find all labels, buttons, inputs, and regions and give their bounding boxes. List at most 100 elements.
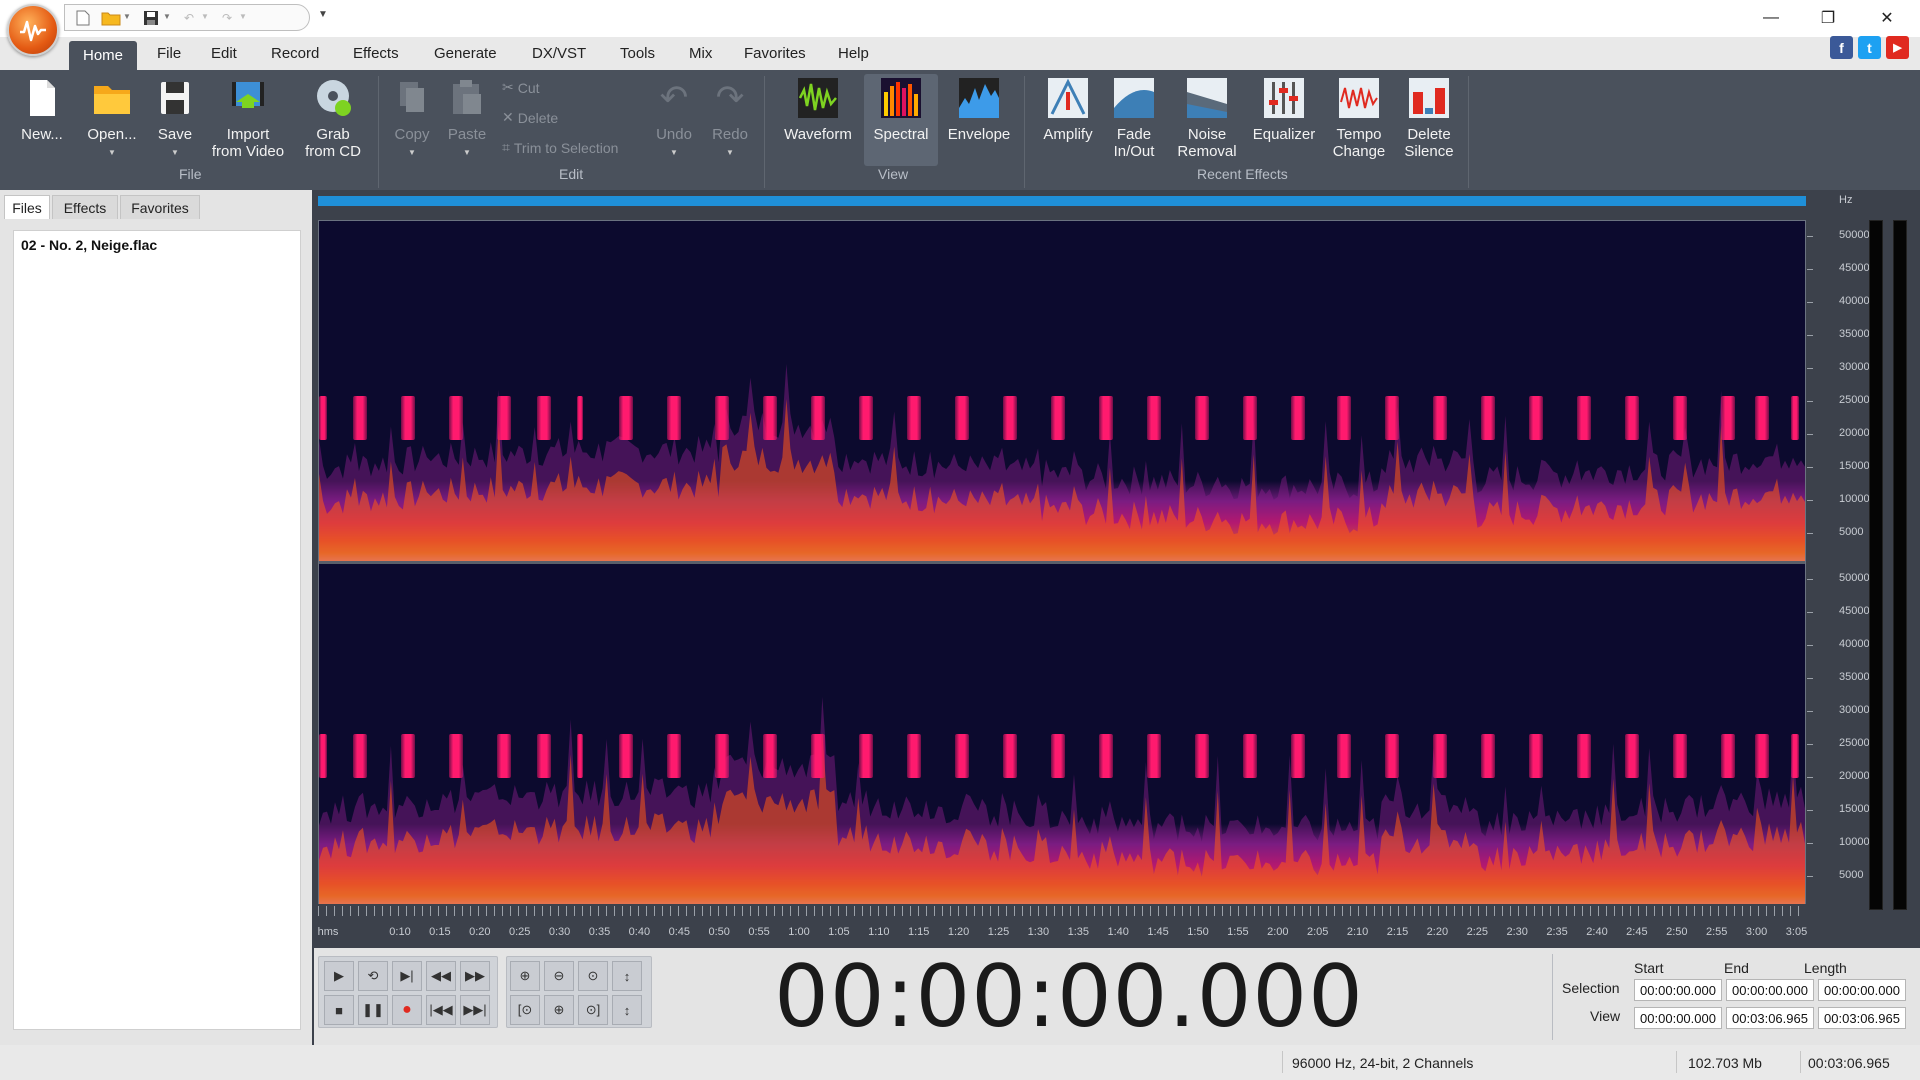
zoom-full-button[interactable]: ⊙ (578, 961, 608, 991)
import-from-video-button[interactable]: Import from Video (208, 78, 288, 160)
tab-edit[interactable]: Edit (211, 45, 237, 62)
fast-forward-button[interactable]: ▶▶ (460, 961, 490, 991)
delete-button[interactable]: ✕ Delete (502, 109, 558, 126)
time-ruler[interactable]: hms 0:10 0:15 0:20 0:25 0:30 0:35 0:40 0:45 0:50… (318, 906, 1807, 946)
paste-button[interactable]: Paste ▼ (444, 78, 490, 161)
loop-button[interactable]: ⟲ (358, 961, 388, 991)
undo-dropdown-icon[interactable]: ▼ (670, 144, 678, 161)
file-list-item[interactable]: 02 - No. 2, Neige.flac (21, 237, 157, 253)
tab-effects[interactable]: Effects (353, 45, 399, 62)
rewind-button[interactable]: ◀◀ (426, 961, 456, 991)
selection-start-field[interactable]: 00:00:00.000 (1634, 979, 1722, 1001)
undo-icon[interactable]: ↶ (177, 7, 201, 29)
tab-file[interactable]: File (157, 45, 181, 62)
zoom-out-button[interactable]: ⊖ (544, 961, 574, 991)
view-length-field[interactable]: 00:03:06.965 (1818, 1007, 1906, 1029)
new-file-icon[interactable] (71, 7, 95, 29)
tab-tools[interactable]: Tools (620, 45, 655, 62)
customize-toolbar-icon[interactable]: ▼ (318, 9, 328, 20)
hz-tick-label: 40000 (1839, 295, 1870, 307)
hz-tick-mark (1807, 876, 1813, 877)
stop-button[interactable]: ■ (324, 995, 354, 1025)
zoom-vertical-in-button[interactable]: ↕ (612, 961, 642, 991)
twitter-icon[interactable]: t (1858, 36, 1881, 59)
open-folder-icon[interactable] (99, 7, 123, 29)
fade-in-out-button[interactable]: Fade In/Out (1104, 78, 1164, 160)
envelope-view-button[interactable]: Envelope (944, 78, 1014, 143)
tab-record[interactable]: Record (271, 45, 319, 62)
spectrogram-view[interactable] (318, 220, 1806, 904)
spectral-marker (1051, 734, 1065, 778)
panel-tab-files[interactable]: Files (4, 195, 50, 219)
copy-button[interactable]: Copy ▼ (389, 78, 435, 161)
overview-scrollbar[interactable] (318, 196, 1806, 206)
new-button[interactable]: New... (16, 78, 68, 143)
close-button[interactable]: ✕ (1870, 6, 1904, 30)
waveform-view-button[interactable]: Waveform (776, 78, 860, 160)
zoom-end-icon: ⊙] (585, 1002, 601, 1017)
play-button[interactable]: ▶ (324, 961, 354, 991)
redo-button[interactable]: ↷ Redo ▼ (708, 78, 752, 161)
time-tick-label: 2:25 (1466, 926, 1489, 938)
restore-button[interactable]: ❐ (1811, 6, 1845, 30)
undo-dropdown-icon[interactable]: ▼ (201, 12, 209, 21)
app-logo-icon[interactable] (7, 4, 59, 56)
zoom-in-icon: ⊕ (519, 968, 531, 983)
tab-home[interactable]: Home (69, 41, 137, 70)
zoom-to-selection-button[interactable]: ⊕ (544, 995, 574, 1025)
spectral-marker (1721, 396, 1735, 440)
grab-from-cd-button[interactable]: Grab from CD (300, 78, 366, 160)
open-dropdown-icon[interactable]: ▼ (108, 144, 116, 161)
facebook-icon[interactable]: f (1830, 36, 1853, 59)
redo-dropdown-icon[interactable]: ▼ (726, 144, 734, 161)
stop-icon: ■ (335, 1002, 343, 1018)
view-start-field[interactable]: 00:00:00.000 (1634, 1007, 1722, 1029)
film-import-icon (228, 78, 268, 118)
selection-length-field[interactable]: 00:00:00.000 (1818, 979, 1906, 1001)
save-dropdown-icon[interactable]: ▼ (163, 12, 171, 21)
record-button[interactable]: ● (392, 995, 422, 1025)
youtube-icon[interactable]: ▶ (1886, 36, 1909, 59)
spectral-view-button[interactable]: Spectral (864, 74, 938, 166)
go-to-start-button[interactable]: |◀◀ (426, 995, 456, 1025)
selection-end-field[interactable]: 00:00:00.000 (1726, 979, 1814, 1001)
copy-dropdown-icon[interactable]: ▼ (408, 144, 416, 161)
minimize-button[interactable]: — (1754, 6, 1788, 30)
paste-dropdown-icon[interactable]: ▼ (463, 144, 471, 161)
amplify-button[interactable]: Amplify (1036, 78, 1100, 143)
open-button[interactable]: Open... ▼ (82, 78, 142, 161)
spectral-marker (1195, 734, 1209, 778)
pause-button[interactable]: ❚❚ (358, 995, 388, 1025)
tempo-change-icon (1339, 78, 1379, 118)
save-button[interactable]: Save ▼ (154, 78, 196, 161)
channel-right[interactable] (319, 564, 1805, 904)
redo-icon[interactable]: ↷ (215, 7, 239, 29)
zoom-to-end-button[interactable]: ⊙] (578, 995, 608, 1025)
undo-button[interactable]: ↶ Undo ▼ (652, 78, 696, 161)
noise-removal-button[interactable]: Noise Removal (1170, 78, 1244, 160)
channel-left[interactable] (319, 221, 1805, 561)
redo-dropdown-icon[interactable]: ▼ (239, 12, 247, 21)
tab-help[interactable]: Help (838, 45, 869, 62)
tab-favorites[interactable]: Favorites (744, 45, 806, 62)
zoom-in-button[interactable]: ⊕ (510, 961, 540, 991)
delete-silence-button[interactable]: Delete Silence (1396, 78, 1462, 160)
tempo-change-button[interactable]: Tempo Change (1326, 78, 1392, 160)
zoom-vertical-out-button[interactable]: ↕ (612, 995, 642, 1025)
equalizer-button[interactable]: Equalizer (1250, 78, 1318, 143)
tab-dxvst[interactable]: DX/VST (532, 45, 586, 62)
trim-to-selection-button[interactable]: ⌗ Trim to Selection (502, 139, 618, 156)
save-dropdown-icon[interactable]: ▼ (171, 144, 179, 161)
open-dropdown-icon[interactable]: ▼ (123, 12, 131, 21)
zoom-selection-button[interactable]: [⊙ (510, 995, 540, 1025)
time-tick-label: 1:45 (1147, 926, 1169, 938)
save-icon[interactable] (139, 7, 163, 29)
tab-generate[interactable]: Generate (434, 45, 497, 62)
go-to-end-button[interactable]: ▶▶| (460, 995, 490, 1025)
cut-button[interactable]: ✂ Cut (502, 79, 540, 96)
view-end-field[interactable]: 00:03:06.965 (1726, 1007, 1814, 1029)
play-to-end-button[interactable]: ▶| (392, 961, 422, 991)
panel-tab-effects[interactable]: Effects (52, 195, 118, 219)
tab-mix[interactable]: Mix (689, 45, 712, 62)
panel-tab-favorites[interactable]: Favorites (120, 195, 200, 219)
